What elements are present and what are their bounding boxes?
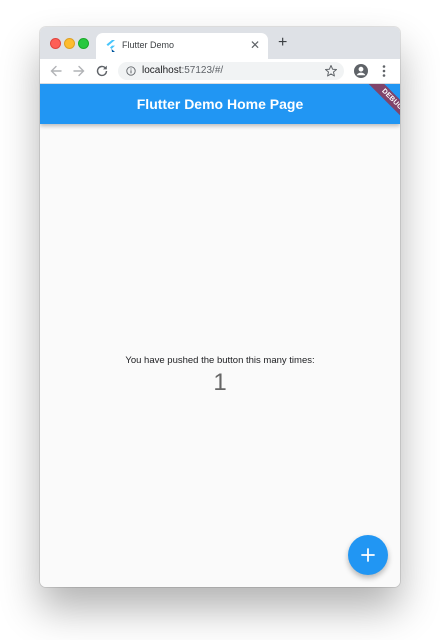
flutter-app: Flutter Demo Home Page DEBUG You have pu… <box>40 84 400 587</box>
tab-strip: Flutter Demo ✕ + <box>40 27 400 59</box>
close-icon[interactable]: ✕ <box>250 38 260 52</box>
plus-icon[interactable]: + <box>278 34 287 52</box>
star-icon[interactable] <box>324 64 338 78</box>
counter-section: You have pushed the button this many tim… <box>40 354 400 396</box>
forward-arrow-icon[interactable] <box>71 63 87 79</box>
increment-button[interactable] <box>348 535 388 575</box>
account-icon[interactable] <box>353 63 369 79</box>
url-host: localhost <box>142 65 182 76</box>
info-icon[interactable] <box>126 66 136 76</box>
browser-tab[interactable]: Flutter Demo ✕ <box>96 33 268 59</box>
window-minimize-button[interactable] <box>64 38 75 49</box>
window-maximize-button[interactable] <box>78 38 89 49</box>
browser-window: Flutter Demo ✕ + localhost:57123/#/ Flut… <box>40 27 400 587</box>
flutter-logo-icon <box>106 40 115 52</box>
more-vert-icon[interactable] <box>378 63 390 79</box>
url-path: :57123/#/ <box>181 65 224 76</box>
app-bar: Flutter Demo Home Page <box>40 84 400 124</box>
window-close-button[interactable] <box>50 38 61 49</box>
page-title: Flutter Demo Home Page <box>136 96 304 112</box>
counter-value: 1 <box>213 369 227 396</box>
address-bar[interactable]: localhost:57123/#/ <box>118 62 344 80</box>
add-icon <box>361 548 375 562</box>
browser-toolbar: localhost:57123/#/ <box>40 59 400 84</box>
counter-label: You have pushed the button this many tim… <box>125 355 315 366</box>
tab-title: Flutter Demo <box>122 40 175 50</box>
url-text: localhost:57123/#/ <box>142 65 223 77</box>
back-arrow-icon[interactable] <box>48 63 64 79</box>
reload-icon[interactable] <box>94 63 110 79</box>
